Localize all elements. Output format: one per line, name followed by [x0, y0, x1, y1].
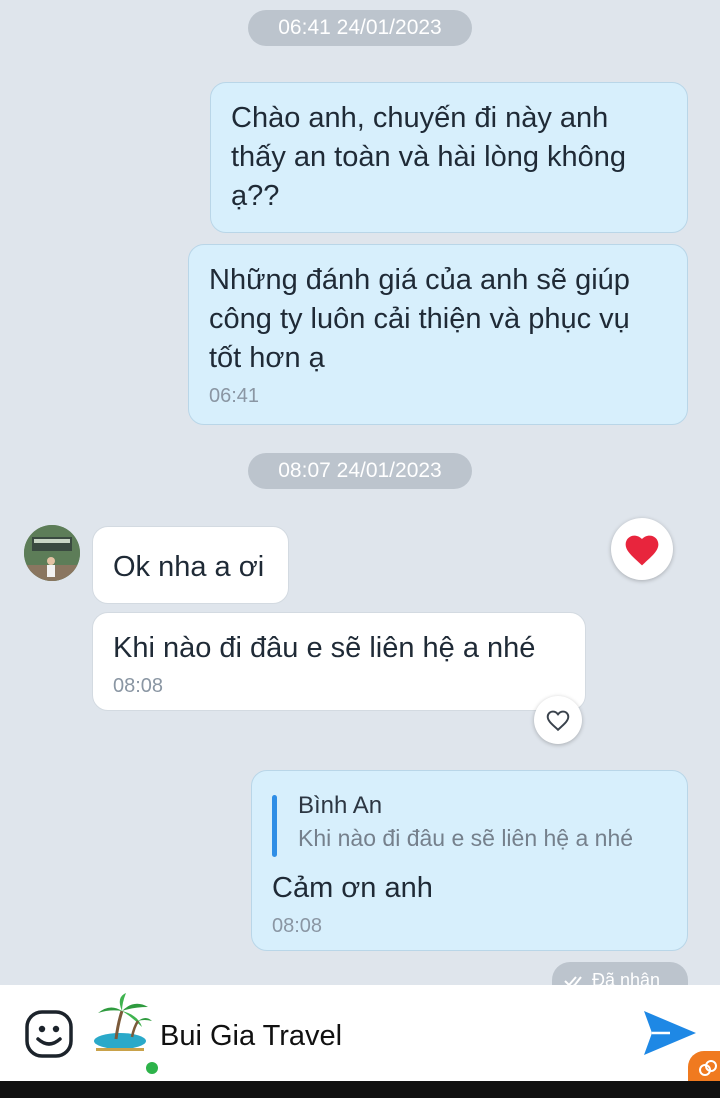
send-button[interactable] — [640, 1007, 698, 1059]
quote-bar — [272, 795, 277, 857]
message-bubble-incoming[interactable]: Ok nha a ơi — [92, 526, 289, 604]
message-bubble-outgoing[interactable]: Chào anh, chuyến đi này anh thấy an toàn… — [210, 82, 688, 233]
online-indicator — [146, 1062, 158, 1074]
double-check-icon — [564, 976, 582, 985]
message-text: Ok nha a ơi — [113, 551, 265, 583]
chat-input-bar: Bui Gia Travel — [0, 985, 720, 1081]
sticker-button[interactable] — [22, 1007, 76, 1061]
heart-outline-icon — [546, 710, 570, 732]
quote-author: Bình An — [298, 792, 383, 819]
message-text: Khi nào đi đâu e sẽ liên hệ a nhé — [113, 632, 536, 664]
message-time: 08:08 — [272, 915, 323, 937]
contact-name[interactable]: Bui Gia Travel — [160, 1019, 342, 1053]
delivery-status: Đã nhận — [552, 962, 688, 985]
reply-quote[interactable]: Bình An Khi nào đi đâu e sẽ liên hệ a nh… — [272, 791, 667, 857]
link-icon — [699, 1060, 717, 1076]
system-nav-bar — [0, 1081, 720, 1098]
message-text: Những đánh giá của anh sẽ giúp công ty l… — [209, 264, 630, 374]
palm-logo-icon — [94, 993, 152, 1051]
message-bubble-incoming[interactable]: Khi nào đi đâu e sẽ liên hệ a nhé 08:08 — [92, 612, 586, 711]
message-text: Chào anh, chuyến đi này anh thấy an toàn… — [231, 102, 627, 212]
status-text: Đã nhận — [592, 970, 661, 985]
message-time: 08:08 — [113, 675, 164, 697]
message-bubble-outgoing[interactable]: Những đánh giá của anh sẽ giúp công ty l… — [188, 244, 688, 425]
floating-badge[interactable] — [688, 1051, 720, 1081]
time-separator: 06:41 24/01/2023 — [248, 10, 472, 46]
chat-area[interactable]: 06:41 24/01/2023 Chào anh, chuyến đi này… — [0, 0, 720, 985]
react-button[interactable] — [534, 696, 582, 744]
reaction-button[interactable] — [611, 518, 673, 580]
quote-text: Khi nào đi đâu e sẽ liên hệ a nhé — [298, 825, 634, 851]
message-time: 06:41 — [209, 385, 260, 407]
sticker-icon — [25, 1010, 73, 1058]
message-text: Cảm ơn anh — [272, 872, 433, 904]
avatar[interactable] — [24, 525, 80, 581]
time-separator: 08:07 24/01/2023 — [248, 453, 472, 489]
contact-logo[interactable] — [92, 993, 154, 1055]
heart-icon — [625, 535, 659, 566]
message-bubble-outgoing-reply[interactable]: Bình An Khi nào đi đâu e sẽ liên hệ a nh… — [251, 770, 688, 951]
send-icon — [644, 1011, 696, 1055]
